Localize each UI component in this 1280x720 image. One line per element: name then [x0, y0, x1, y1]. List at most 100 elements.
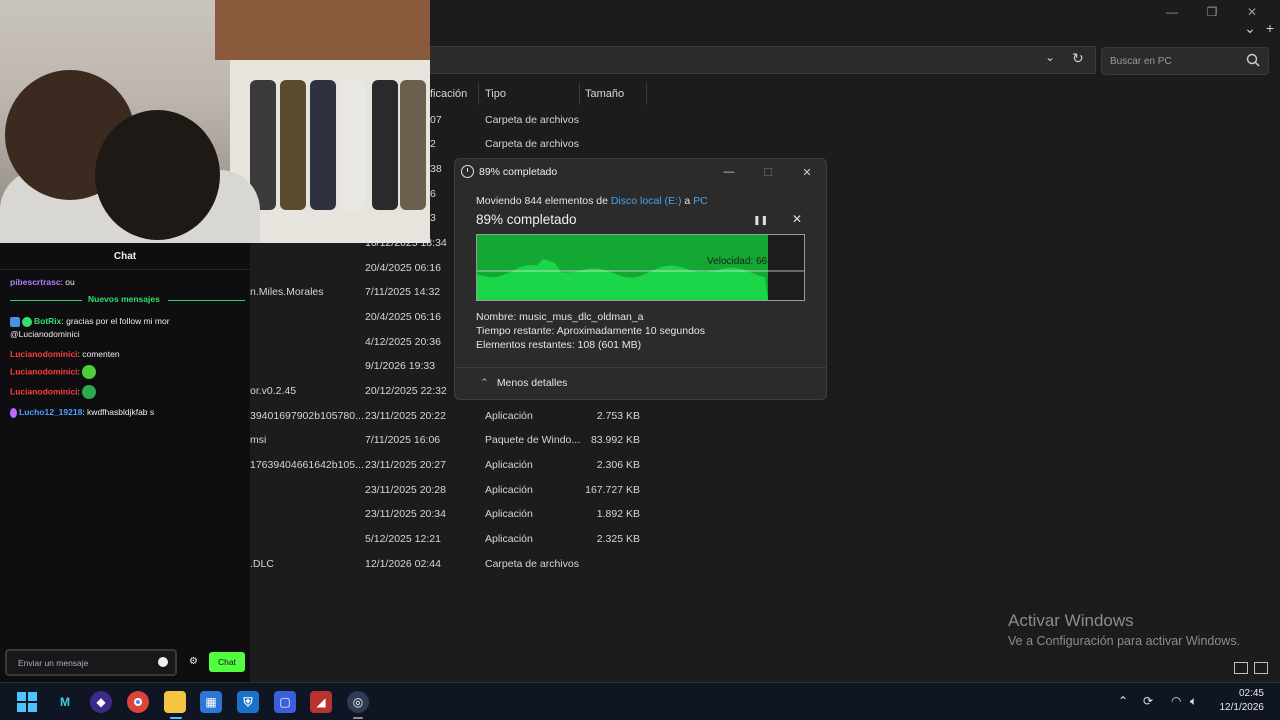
column-header-size[interactable]: Tamaño — [585, 83, 624, 105]
file-date-cell: 20/4/2025 06:16 — [365, 261, 441, 274]
volume-icon[interactable]: 🔈︎ — [1190, 694, 1197, 709]
less-details-button[interactable]: ⌃ Menos detalles — [480, 377, 567, 389]
dialog-separator — [455, 367, 826, 368]
file-row[interactable]: 17639404661642b105... 23/11/2025 20:27 Apl… — [250, 454, 670, 478]
search-placeholder: Buscar en PC — [1110, 56, 1172, 67]
file-type-cell: Aplicación — [485, 458, 533, 471]
file-name-cell: .DLC — [250, 557, 274, 570]
chat-message: Lucianodominici: — [10, 385, 97, 399]
file-size-cell: 2.753 KB — [596, 409, 640, 422]
file-date-cell: 3 — [430, 212, 436, 225]
chat-username[interactable]: Lucianodominici — [10, 386, 78, 396]
chevron-up-icon[interactable]: ⌃ — [1118, 694, 1128, 708]
speed-graph: Velocidad: 66,4 MB/s — [476, 234, 805, 301]
gear-icon[interactable]: ⚙ — [189, 656, 198, 667]
store-icon[interactable]: ▦ — [200, 691, 222, 713]
time-remaining: Tiempo restante: Aproximadamente 10 segu… — [476, 325, 705, 337]
start-icon[interactable] — [16, 691, 38, 713]
chat-message: pibescrtrasc: ou — [10, 277, 75, 287]
chat-username[interactable]: Lucianodominici — [10, 349, 78, 359]
file-row[interactable]: .DLC 12/1/2026 02:44 Carpeta de archivos — [250, 553, 670, 577]
chat-username[interactable]: Lucianodominici — [10, 366, 78, 376]
dialog-titlebar[interactable]: 89% completado — ☐ ✕ — [455, 159, 826, 185]
divider-line — [168, 300, 245, 301]
file-date-cell: 23/11/2025 20:22 — [365, 409, 446, 422]
minimize-icon[interactable]: — — [1152, 2, 1192, 22]
capcut-icon[interactable]: ▢ — [274, 691, 296, 713]
active-indicator — [170, 717, 182, 719]
source-link[interactable]: Disco local (E:) — [611, 195, 682, 207]
tab-controls: ⌄ + — [1244, 20, 1274, 37]
file-date-cell: 7/11/2025 14:32 — [365, 286, 441, 299]
view-toggle — [1234, 662, 1268, 674]
file-date-cell: 2 — [430, 138, 436, 151]
file-row[interactable]: 39401697902b105780... 23/11/2025 20:22 Apl… — [250, 405, 670, 429]
chat-text: : gracias por el follow mi mor — [61, 316, 170, 326]
file-date-cell: 5/12/2025 12:21 — [365, 532, 441, 545]
chevron-down-icon[interactable]: ⌄ — [1244, 20, 1256, 37]
search-input[interactable]: Buscar en PC — [1101, 47, 1269, 75]
maximize-icon: ☐ — [763, 166, 773, 179]
chat-message: Lucianodominici: — [10, 365, 97, 379]
chat-message: Lucianodominici: comenten — [10, 349, 120, 359]
column-header-location[interactable]: ficación — [430, 83, 467, 105]
address-history-icon[interactable]: ⌄ — [1045, 50, 1055, 64]
clothing — [372, 80, 398, 210]
sync-icon[interactable]: ⟳ — [1143, 694, 1153, 708]
bot-badge-icon — [10, 316, 20, 327]
webcam-feed — [0, 0, 430, 243]
cancel-icon[interactable]: ✕ — [792, 212, 802, 226]
chat-message-continued: @Lucianodominici — [10, 329, 80, 339]
file-size-cell: 2.325 KB — [596, 532, 640, 545]
chat-username[interactable]: Lucho12_19218 — [19, 407, 82, 417]
file-row[interactable]: 5/12/2025 12:21 Aplicación 2.325 KB — [250, 528, 670, 552]
new-messages-divider: Nuevos mensajes — [10, 294, 245, 306]
address-bar[interactable] — [430, 46, 1096, 74]
refresh-icon[interactable]: ↻ — [1072, 50, 1084, 67]
file-row[interactable]: msi 7/11/2025 16:06 Paquete de Windo... 83.… — [250, 429, 670, 453]
file-row[interactable]: 23/11/2025 20:28 Aplicación 167.727 KB — [250, 479, 670, 503]
chat-input[interactable]: Enviar un mensaje — [5, 649, 177, 676]
file-row[interactable]: 23/11/2025 20:34 Aplicación 1.892 KB — [250, 503, 670, 527]
file-explorer-icon[interactable] — [164, 691, 186, 713]
items-remaining: Elementos restantes: 108 (601 MB) — [476, 339, 642, 351]
watermark-subtitle: Ve a Configuración para activar Windows. — [1008, 634, 1241, 648]
game-launcher-icon[interactable]: ◆ — [90, 691, 112, 713]
destination-link[interactable]: PC — [693, 195, 708, 207]
details-view-icon[interactable] — [1234, 662, 1248, 674]
obs-icon[interactable]: ◎ — [347, 691, 369, 713]
column-divider[interactable] — [478, 83, 479, 105]
column-divider[interactable] — [646, 83, 647, 105]
chat-text: : ou — [60, 277, 75, 287]
close-icon[interactable]: ✕ — [794, 162, 820, 182]
clothing — [400, 80, 426, 210]
column-header-type[interactable]: Tipo — [485, 83, 506, 105]
chat-username[interactable]: BotRix — [34, 316, 61, 326]
chat-text: : — [77, 366, 80, 377]
app-m-icon[interactable]: M — [54, 691, 76, 713]
moving-prefix: Moviendo 844 elementos de — [476, 195, 611, 207]
game-icon[interactable]: ◢ — [310, 691, 332, 713]
chat-username[interactable]: pibescrtrasc — [10, 277, 61, 287]
dialog-title: 89% completado — [479, 166, 558, 178]
watermark-title: Activar Windows — [1008, 611, 1134, 630]
file-date-cell: 23/11/2025 20:27 — [365, 458, 446, 471]
file-date-cell: 20/12/2025 22:32 — [365, 384, 447, 397]
restore-icon[interactable]: ❐ — [1192, 2, 1232, 22]
column-divider[interactable] — [579, 83, 580, 105]
chat-send-button[interactable]: Chat — [209, 652, 245, 672]
shield-icon[interactable]: ⛨ — [237, 691, 259, 713]
close-icon[interactable]: ✕ — [1232, 2, 1272, 22]
tiles-view-icon[interactable] — [1254, 662, 1268, 674]
clock[interactable]: 02:45 12/1/2026 — [1220, 687, 1265, 715]
file-date-cell: 20/4/2025 06:16 — [365, 310, 441, 323]
emoji-icon[interactable] — [158, 657, 168, 667]
file-type-cell: Carpeta de archivos — [485, 138, 579, 151]
chrome-icon[interactable] — [127, 691, 149, 713]
file-date-cell: 6 — [430, 187, 436, 200]
wifi-icon[interactable]: ◠ — [1171, 694, 1181, 708]
file-name-cell: msi — [250, 434, 267, 447]
add-tab-icon[interactable]: + — [1266, 20, 1274, 37]
minimize-icon[interactable]: — — [716, 162, 742, 182]
pause-icon[interactable]: ❚❚ — [753, 215, 768, 226]
